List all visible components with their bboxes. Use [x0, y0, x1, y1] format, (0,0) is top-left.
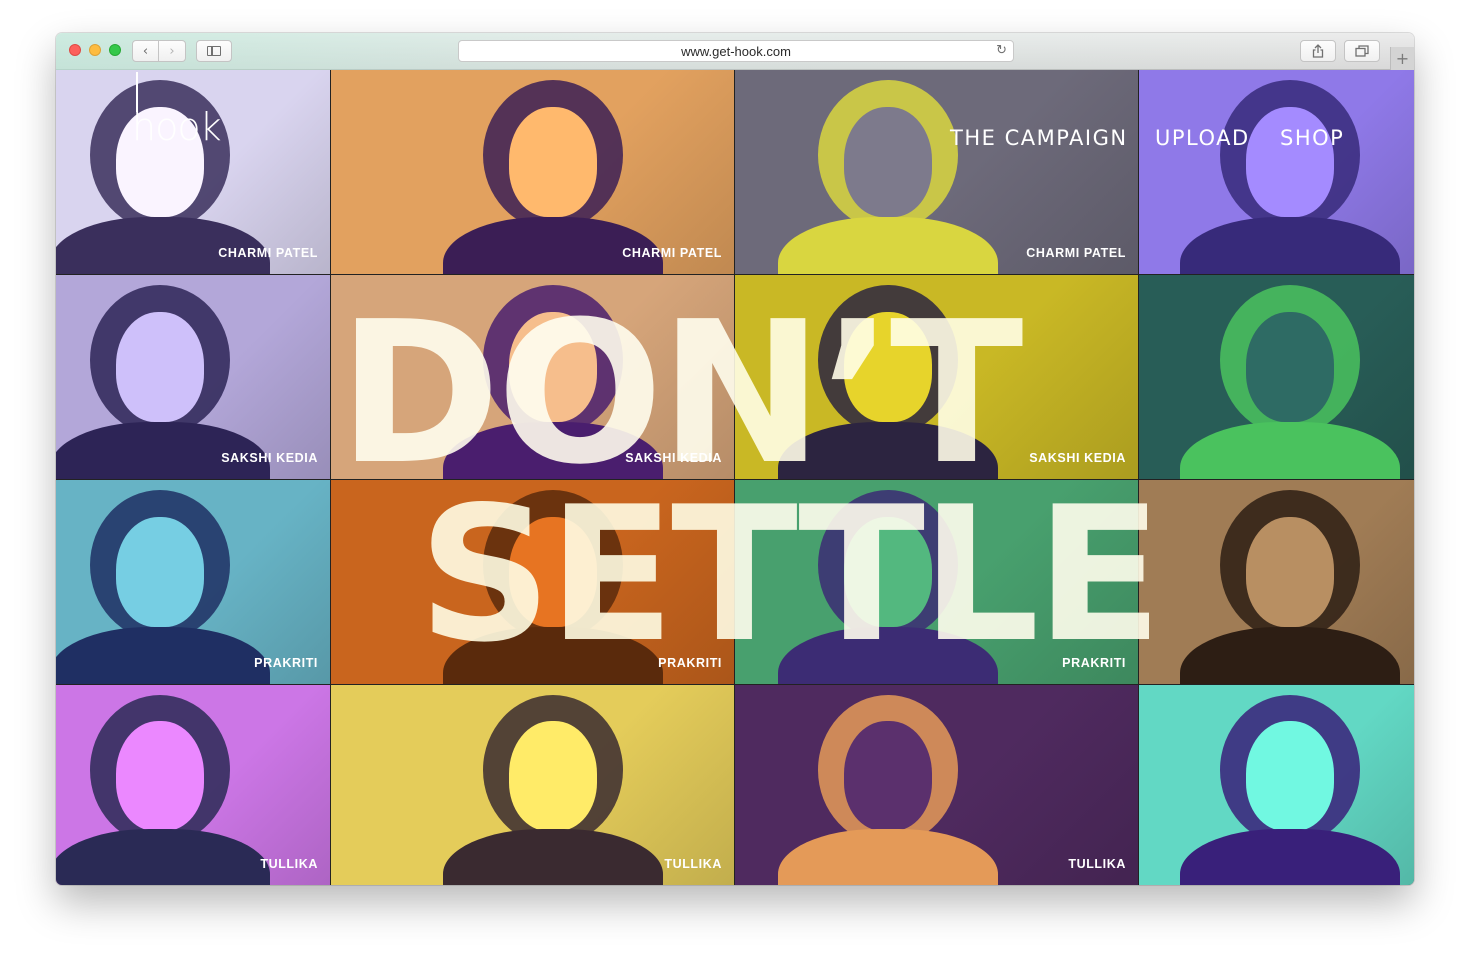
nav-shop[interactable]: SHOP: [1280, 126, 1344, 150]
model-face-shape: [844, 106, 933, 217]
model-face-shape: [1246, 311, 1335, 422]
show-tabs-button[interactable]: [1344, 40, 1380, 62]
photographer-caption: CHARMI PATEL: [218, 246, 318, 260]
address-bar[interactable]: www.get-hook.com ↻: [458, 40, 1014, 62]
photo-tile[interactable]: [1139, 685, 1414, 885]
close-window-button[interactable]: [69, 44, 81, 56]
photo-tile[interactable]: [1139, 70, 1414, 274]
forward-button[interactable]: ›: [159, 40, 186, 62]
nav-the-campaign[interactable]: THE CAMPAIGN: [950, 126, 1128, 150]
photographer-caption: PRAKRITI: [254, 656, 318, 670]
url-text: www.get-hook.com: [681, 43, 791, 59]
share-icon: [1312, 44, 1324, 58]
photographer-caption: CHARMI PATEL: [622, 246, 722, 260]
tabs-icon: [1355, 45, 1369, 57]
page-viewport: CHARMI PATEL CHARMI PATEL CHARMI PATEL SAKS…: [56, 70, 1414, 885]
headline-settle: SETTLE: [418, 466, 1163, 683]
zoom-window-button[interactable]: [109, 44, 121, 56]
back-button[interactable]: ‹: [132, 40, 159, 62]
browser-window: ‹ › www.get-hook.com ↻ + CHARMI PATEL CH…: [56, 33, 1414, 885]
chevron-left-icon: ‹: [142, 43, 149, 59]
share-button[interactable]: [1300, 40, 1336, 62]
photo-tile[interactable]: [1139, 480, 1414, 684]
model-face-shape: [1246, 516, 1335, 627]
model-face-shape: [508, 106, 597, 217]
nav-upload[interactable]: UPLOAD: [1155, 126, 1250, 150]
photo-tile[interactable]: CHARMI PATEL: [56, 70, 330, 274]
headline-dont: DON’T: [338, 280, 1024, 508]
model-face-shape: [116, 311, 205, 422]
photo-tile[interactable]: [1139, 275, 1414, 479]
model-face-shape: [116, 516, 205, 627]
photo-tile[interactable]: TULLIKA: [56, 685, 330, 885]
photo-tile[interactable]: CHARMI PATEL: [735, 70, 1138, 274]
sidebar-icon: [207, 46, 221, 56]
photographer-caption: SAKSHI KEDIA: [1029, 451, 1126, 465]
history-navigation: ‹ ›: [132, 40, 186, 62]
photographer-caption: CHARMI PATEL: [1026, 246, 1126, 260]
photographer-caption: TULLIKA: [1068, 857, 1126, 871]
model-face-shape: [116, 721, 205, 831]
photographer-caption: TULLIKA: [664, 857, 722, 871]
photo-tile[interactable]: SAKSHI KEDIA: [56, 275, 330, 479]
hook-logo[interactable]: hook: [132, 108, 222, 146]
browser-toolbar: ‹ › www.get-hook.com ↻ +: [56, 33, 1414, 70]
chevron-right-icon: ›: [169, 43, 175, 59]
photo-tile[interactable]: TULLIKA: [331, 685, 734, 885]
reload-icon[interactable]: ↻: [996, 43, 1007, 58]
new-tab-button[interactable]: +: [1390, 47, 1414, 70]
photographer-caption: SAKSHI KEDIA: [221, 451, 318, 465]
photo-tile[interactable]: PRAKRITI: [56, 480, 330, 684]
photographer-caption: TULLIKA: [260, 857, 318, 871]
minimize-window-button[interactable]: [89, 44, 101, 56]
photo-tile[interactable]: CHARMI PATEL: [331, 70, 734, 274]
model-face-shape: [1246, 106, 1335, 217]
sidebar-toggle-button[interactable]: [196, 40, 232, 62]
model-face-shape: [1246, 721, 1335, 831]
model-face-shape: [508, 721, 597, 831]
photo-tile[interactable]: TULLIKA: [735, 685, 1138, 885]
model-face-shape: [844, 721, 933, 831]
